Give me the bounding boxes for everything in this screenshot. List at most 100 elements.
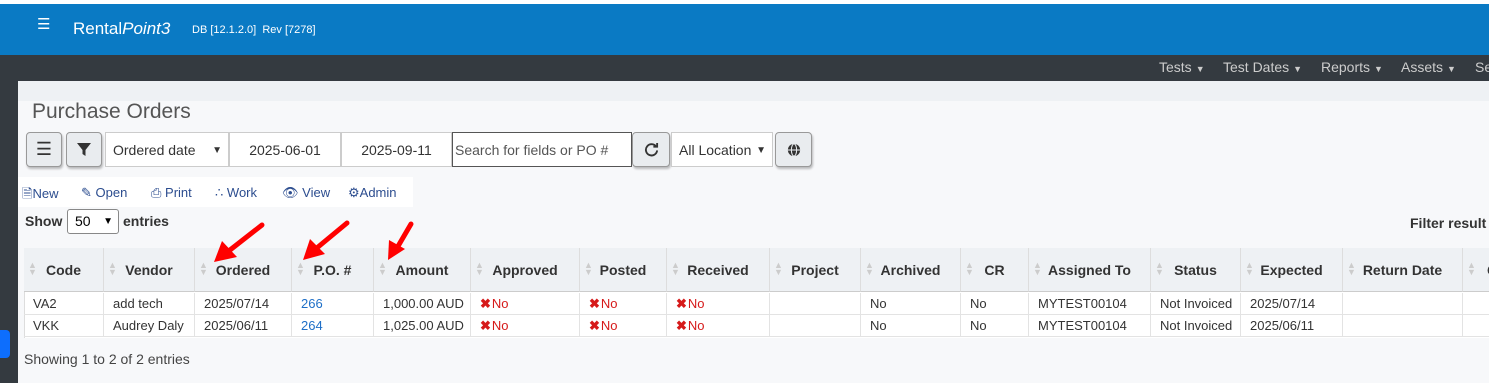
menu-settings-label: Se [1475,59,1489,75]
refresh-button[interactable] [632,132,670,167]
refresh-icon [644,142,658,157]
date-field-select[interactable]: Ordered date ▼ [105,132,229,167]
x-icon: ✖ [480,296,491,311]
column-header-status[interactable]: ▲ ▼ Status [1151,248,1241,292]
menu-reports[interactable]: Reports ▼ [1321,59,1383,79]
date-to-input[interactable]: 2025-09-11 [341,132,452,167]
admin-label: Admin [359,185,397,200]
entries-select[interactable]: 50 ▼ [67,209,119,234]
sort-icon: ▲ ▼ [1245,260,1254,277]
filter-button[interactable] [66,132,102,167]
caret-down-icon: ▼ [1293,64,1303,74]
sort-icon: ▲ ▼ [1467,260,1476,277]
app-brand[interactable]: RentalPoint3 [73,19,170,39]
column-label: Code [46,261,81,278]
column-label: Posted [599,261,647,278]
cell-cr: No [961,293,1029,315]
menu-test-dates[interactable]: Test Dates ▼ [1223,59,1302,79]
column-header-cr[interactable]: ▲ ▼ CR [961,248,1029,292]
caret-down-icon: ▼ [1447,64,1456,74]
date-from-input[interactable]: 2025-06-01 [229,132,341,167]
column-label: Expected [1260,261,1323,278]
x-icon: ✖ [676,296,687,311]
cell-posted: ✖No [580,293,667,315]
chevron-down-icon: ▼ [103,216,113,227]
column-header-project[interactable]: ▲ ▼ Project [770,248,861,292]
column-label: Status [1174,261,1217,278]
column-header-assigned-to[interactable]: ▲ ▼ Assigned To [1029,248,1151,292]
cell-return-date [1343,293,1463,315]
menu-reports-label: Reports [1321,59,1371,75]
sort-icon: ▲ ▼ [28,260,37,277]
sidebar-tab[interactable] [0,330,10,358]
brand-suffix: Point3 [122,19,171,38]
location-select[interactable]: All Location ▼ [671,132,773,167]
brand-prefix: Rental [73,19,123,38]
column-label: Assigned To [1048,261,1131,278]
cell-approved-text: No [491,318,509,333]
new-button[interactable]: 🗎New [22,185,58,207]
open-button[interactable]: ✎ Open [81,185,127,201]
column-header-expected[interactable]: ▲ ▼ Expected [1241,248,1343,292]
menu-assets[interactable]: Assets ▼ [1401,59,1456,79]
cogs-icon: ⚙ [348,185,360,200]
sort-icon: ▲ ▼ [965,260,974,277]
top-edge [0,0,1489,4]
cell-assigned-to: MYTEST00104 [1029,293,1151,315]
column-header-overflow[interactable]: ▲▼C [1463,248,1489,292]
column-header-received[interactable]: ▲ ▼ Received [667,248,770,292]
date-field-value: Ordered date [113,141,196,158]
column-header-archived[interactable]: ▲ ▼ Archived [861,248,961,292]
x-icon: ✖ [589,296,600,311]
sort-icon: ▲ ▼ [1033,260,1042,277]
column-label: Approved [492,261,558,278]
sort-icon: ▲ ▼ [108,260,117,277]
print-button[interactable]: ⎙ Print [151,185,192,201]
column-header-code[interactable]: ▲ ▼ Code [24,248,104,292]
cell-posted: ✖No [580,315,667,337]
cell-status: Not Invoiced [1151,315,1241,337]
page-title: Purchase Orders [32,100,191,123]
menu-tests[interactable]: Tests ▼ [1159,59,1205,79]
sort-icon: ▲ ▼ [296,260,305,277]
column-label: Archived [880,261,941,278]
cell-amount: 1,000.00 AUD [374,293,471,315]
menu-tests-label: Tests [1159,59,1192,75]
cell-received: ✖No [667,293,770,315]
column-label: Project [791,261,839,278]
admin-button[interactable]: ⚙Admin [348,185,397,201]
cell-expected: 2025/07/14 [1241,293,1343,315]
menu-settings[interactable]: Se [1475,59,1489,79]
cell-received: ✖No [667,315,770,337]
cell-received-text: No [687,318,705,333]
sort-icon: ▲ ▼ [1155,260,1164,277]
cell-po-link[interactable]: 264 [292,315,374,337]
column-header-return-date[interactable]: ▲ ▼ Return Date [1343,248,1463,292]
sort-icon: ▲ ▼ [475,260,484,277]
menu-assets-label: Assets [1401,59,1444,75]
annotation-arrow-icon [388,221,414,260]
search-input[interactable]: Search for fields or PO # [452,132,632,167]
sort-icon: ▲ ▼ [1347,260,1356,277]
print-icon: ⎙ [151,185,162,200]
column-header-vendor[interactable]: ▲ ▼ Vendor [104,248,195,292]
work-button[interactable]: ∴ Work [215,185,257,201]
cell-vendor: add tech [104,293,195,315]
filter-result-label: Filter result [1410,215,1487,231]
menu-test-dates-label: Test Dates [1223,59,1290,75]
db-version: DB [12.1.2.0] [192,24,257,36]
cell-po-link[interactable]: 266 [292,293,374,315]
column-header-approved[interactable]: ▲ ▼ Approved [471,248,580,292]
sidebar-toggle-icon[interactable]: ☰ [37,15,50,33]
x-icon: ✖ [589,318,600,333]
cell-posted-text: No [600,318,618,333]
menu-button[interactable]: ☰ [26,132,62,167]
cell-project [770,315,861,337]
show-label: Show [25,213,63,229]
view-button[interactable]: 👁 View [282,185,330,201]
column-header-posted[interactable]: ▲ ▼ Posted [580,248,667,292]
globe-button[interactable] [775,132,812,167]
print-label: Print [165,185,192,200]
file-icon: 🗎 [22,186,33,201]
view-label: View [302,185,331,200]
